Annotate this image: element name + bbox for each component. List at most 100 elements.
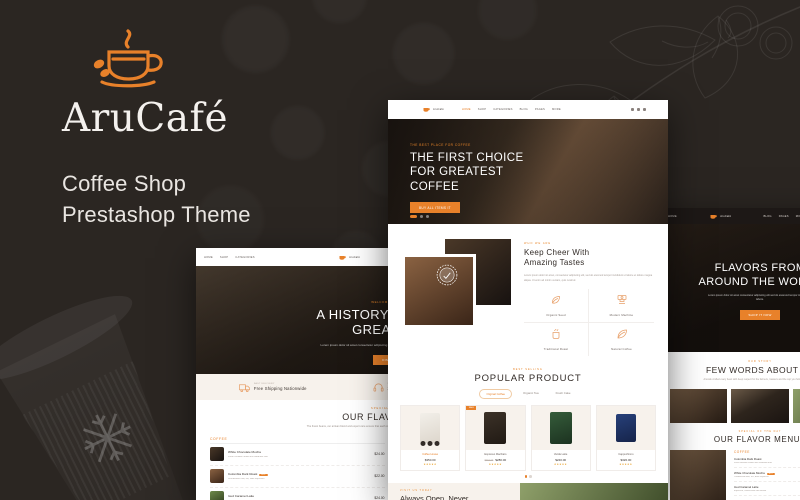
- nav-link[interactable]: MORE: [796, 215, 800, 218]
- gallery-photo[interactable]: [731, 388, 789, 423]
- hero-carousel-dots[interactable]: [410, 215, 429, 218]
- navbar-flavors[interactable]: HOME AruCafé BLOG PAGES MORE: [660, 208, 800, 224]
- menu-item-tag: HOT: [259, 474, 268, 477]
- product-image: SALE: [466, 406, 525, 451]
- flavor-menus-section: SPECIAL OF THE DAY OUR FLAVOR MENUS COFF…: [660, 422, 800, 500]
- nav-link-pages[interactable]: PAGES: [535, 108, 545, 111]
- logo-text: AruCafé: [433, 108, 444, 111]
- site-logo[interactable]: AruCafé: [709, 213, 731, 220]
- feature-label: Organic Seed: [546, 313, 566, 318]
- gallery-photo[interactable]: [670, 388, 728, 423]
- cart-icon[interactable]: [643, 108, 646, 111]
- site-logo[interactable]: AruCafé: [338, 254, 360, 261]
- user-icon[interactable]: [637, 108, 640, 111]
- menu-column-coffee: COFFEE White Chocolate Mocha Fresh brewe…: [210, 437, 385, 500]
- menu-item-price: $22.00: [374, 474, 385, 479]
- feature-item: Traditional Roast: [524, 323, 589, 357]
- nav-link[interactable]: BLOG: [763, 215, 771, 218]
- about-section: WHO WE ARE Keep Cheer With Amazing Taste…: [388, 224, 668, 365]
- product-card[interactable]: Vanila Latte $240.00 ★★★★★: [530, 405, 591, 472]
- tab-organic-tea[interactable]: Organic Tea: [517, 389, 545, 399]
- menu-item[interactable]: Iced Caramel Latte Espresso, chilled mil…: [210, 488, 385, 500]
- seed-icon: [552, 296, 560, 304]
- menu-feature-photo: [670, 449, 726, 500]
- menu-item-name: White Chocolate Mocha: [228, 450, 261, 455]
- hero-cta-button[interactable]: SHOP IT NOW: [740, 309, 780, 320]
- nav-links-left[interactable]: HOME: [668, 215, 677, 218]
- feature-item: Modern Machine: [589, 289, 654, 324]
- feature-label: Natural Coffee: [611, 347, 632, 352]
- mockup-flavors-page[interactable]: HOME AruCafé BLOG PAGES MORE: [660, 208, 800, 500]
- menu-item-thumb: [210, 469, 224, 484]
- hero-cta-button[interactable]: BUY ALL ITEMS IT: [410, 202, 460, 214]
- site-logo[interactable]: AruCafé: [422, 106, 444, 113]
- product-price: $320.00: [620, 457, 632, 462]
- menu-item[interactable]: Iced Caramel Latte Espresso, chilled mil…: [734, 482, 800, 496]
- nav-link-categories[interactable]: CATEGORIES: [493, 108, 512, 111]
- service-eyebrow: FAST DELIVERY: [253, 383, 275, 385]
- eye-icon[interactable]: [434, 441, 440, 447]
- product-photo-coffee-bag: [484, 412, 507, 445]
- nav-link-shop[interactable]: SHOP: [478, 108, 486, 111]
- always-open-text: VISIT US TODAY Always Open, Never Out Of…: [388, 482, 520, 500]
- tab-fresh-cake[interactable]: Fresh Cake: [550, 389, 577, 399]
- product-name: Espresso Machiato: [484, 453, 507, 457]
- nav-link-home[interactable]: HOME: [462, 108, 471, 111]
- menu-item[interactable]: White Chocolate Mocha Fresh brewed coffe…: [210, 444, 385, 466]
- nav-link[interactable]: CATEGORIES: [235, 256, 254, 259]
- heart-icon[interactable]: [427, 441, 433, 447]
- search-icon[interactable]: [631, 108, 634, 111]
- section-title: Keep Cheer With Amazing Tastes: [524, 248, 590, 268]
- menu-item-desc: Espresso, chilled milk and vanilla: [734, 489, 767, 492]
- nav-link[interactable]: HOME: [204, 256, 213, 259]
- tab-orginal-coffee[interactable]: Orginal Coffee: [479, 389, 513, 400]
- nav-link[interactable]: HOME: [668, 215, 677, 218]
- menu-item[interactable]: White Chocolate Mocha HOT Condensed milk,…: [734, 468, 800, 482]
- nav-icons[interactable]: [631, 108, 646, 111]
- nav-link-more[interactable]: MORE: [552, 108, 561, 111]
- product-name: Cappuchinno: [618, 453, 634, 457]
- nav-link[interactable]: PAGES: [779, 215, 789, 218]
- tagline-line-2: Prestashop Theme: [62, 202, 251, 228]
- cart-icon[interactable]: [420, 441, 426, 447]
- gallery-photo[interactable]: [792, 388, 800, 423]
- service-item: FAST DELIVERY Free Shipping Nationwide: [239, 382, 307, 393]
- about-gallery: [670, 388, 800, 423]
- product-rating: ★★★★★: [619, 463, 633, 467]
- product-photo-coffee-bag: [549, 412, 572, 445]
- menu-item[interactable]: Colombia Dark Roast HOT Condensed milk, i…: [210, 466, 385, 488]
- product-card[interactable]: Cappuchinno $320.00 ★★★★★: [595, 405, 656, 472]
- menu-item-desc: Condensed milk, ice, dark espresso: [228, 477, 265, 480]
- menu-item-tag: HOT: [766, 472, 775, 475]
- nav-links-right[interactable]: BLOG PAGES MORE: [763, 215, 800, 218]
- hero-paragraph: Lorem ipsum dolor sit amet consectetur a…: [707, 293, 800, 302]
- carousel-dot[interactable]: [426, 215, 429, 218]
- carousel-dot-active[interactable]: [410, 215, 417, 218]
- about-text: WHO WE ARE Keep Cheer With Amazing Taste…: [524, 236, 654, 357]
- nav-link[interactable]: SHOP: [220, 256, 228, 259]
- feature-item: Organic Seed: [524, 289, 589, 324]
- nav-links[interactable]: HOME SHOP CATEGORIES BLOG PAGES MORE: [462, 108, 561, 111]
- menu-item[interactable]: Espresso Machiato Double shot espresso w…: [734, 496, 800, 500]
- navbar-main[interactable]: AruCafé HOME SHOP CATEGORIES BLOG PAGES …: [388, 100, 668, 119]
- product-card[interactable]: SALE Espresso Machiato $310.00 $280.00 ★★…: [465, 405, 526, 472]
- carousel-dot[interactable]: [420, 215, 423, 218]
- product-image: [401, 406, 460, 451]
- feature-label: Modern Machine: [609, 313, 634, 318]
- menu-item[interactable]: Colombia Dark Roast Fresh brewed coffee …: [734, 454, 800, 468]
- product-tabs[interactable]: Orginal Coffee Organic Tea Fresh Cake: [400, 389, 656, 400]
- nav-link-blog[interactable]: BLOG: [520, 108, 528, 111]
- carousel-dot-active[interactable]: [524, 475, 527, 478]
- product-carousel-dots[interactable]: [400, 475, 656, 478]
- product-actions[interactable]: [420, 441, 440, 447]
- headset-icon: [373, 382, 383, 392]
- hero-eyebrow: THE BEST PLACE FOR COFFEE: [410, 143, 471, 147]
- product-image: [596, 406, 655, 451]
- product-grid: Coffee House $350.00 ★★★★★ SALE Espresso…: [400, 405, 656, 472]
- machine-icon: [617, 295, 626, 305]
- nav-links-left[interactable]: HOME SHOP CATEGORIES: [204, 256, 255, 259]
- mockup-main-page[interactable]: AruCafé HOME SHOP CATEGORIES BLOG PAGES …: [388, 100, 668, 500]
- product-card[interactable]: Coffee House $350.00 ★★★★★: [400, 405, 461, 472]
- carousel-dot[interactable]: [529, 475, 532, 478]
- section-eyebrow: SPECIAL OF THE DAY: [738, 429, 782, 433]
